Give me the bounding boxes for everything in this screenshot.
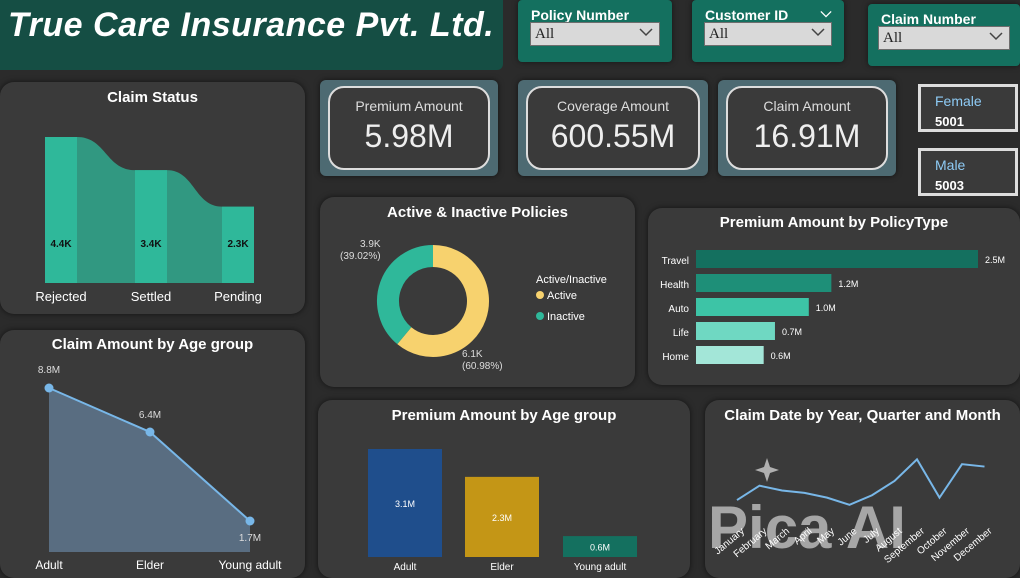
policytype-bar[interactable] <box>696 298 809 316</box>
claim-amount-age-chart: 8.8M Adult 6.4M Elder 1.7M Young adult <box>35 365 283 572</box>
claim-status-bar[interactable] <box>45 137 77 283</box>
slicer-value: All <box>883 30 903 46</box>
policy-number-dropdown[interactable]: All <box>530 22 660 46</box>
y-tick-label: Auto <box>668 304 689 315</box>
kpi-coverage-card: Coverage Amount 600.55M <box>518 80 708 176</box>
y-tick-label: Home <box>662 352 689 363</box>
policytype-bar[interactable] <box>696 322 775 340</box>
x-tick-label: Adult <box>394 562 417 573</box>
chevron-down-icon[interactable] <box>989 29 1003 43</box>
data-label-active-pct: (60.98%) <box>462 361 503 372</box>
data-label: 8.8M <box>38 365 60 376</box>
x-tick-label: Elder <box>136 558 164 572</box>
data-label: 0.6M <box>771 351 791 361</box>
premium-age-chart: 3.1M Adult 2.3M Elder 0.6M Young adult <box>368 449 637 573</box>
slicer-label: Customer ID <box>705 7 789 23</box>
data-label: 2.3K <box>227 239 249 250</box>
kpi-claim-card: Claim Amount 16.91M <box>718 80 896 176</box>
legend-dot-inactive <box>536 312 544 320</box>
data-label: 1.2M <box>838 279 858 289</box>
legend-title: Active/Inactive <box>536 274 607 286</box>
policytype-bar[interactable] <box>696 346 764 364</box>
kpi-value: 600.55M <box>550 118 676 154</box>
data-point[interactable] <box>44 383 54 393</box>
slicer-value: All <box>709 26 729 42</box>
customer-id-slicer[interactable]: Customer ID All <box>692 0 844 62</box>
kpi-premium-card: Premium Amount 5.98M <box>320 80 498 176</box>
gender-label: Female <box>935 93 982 109</box>
claim-date-card: Claim Date by Year, Quarter and Month Ja… <box>705 400 1020 578</box>
legend-item-inactive[interactable]: Inactive <box>547 311 585 323</box>
y-tick-label: Life <box>673 328 690 339</box>
x-tick-label: Pending <box>214 289 262 304</box>
claim-date-chart: JanuaryFebruaryMarch April MayJune JulyAugu… <box>708 457 995 566</box>
claim-status-bar[interactable] <box>135 170 167 283</box>
claim-status-card: Claim Status 4.4K Rejected 3.4K Settled 2.3K… <box>0 82 305 314</box>
gender-label: Male <box>935 157 966 173</box>
kpi-label: Claim Amount <box>763 98 851 114</box>
y-tick-label: Travel <box>662 256 689 267</box>
kpi-inner: Coverage Amount 600.55M <box>526 86 700 170</box>
female-card: Female 5001 <box>918 84 1018 132</box>
x-tick-label: Young adult <box>219 558 283 572</box>
data-point[interactable] <box>145 427 155 437</box>
data-label: 0.6M <box>590 543 610 553</box>
chevron-down-icon[interactable] <box>639 25 653 39</box>
x-tick-label: Young adult <box>574 562 627 573</box>
active-inactive-card: Active & Inactive Policies Active/Inacti… <box>320 197 635 387</box>
gender-value: 5001 <box>935 114 964 129</box>
chevron-down-icon[interactable] <box>820 8 832 20</box>
policytype-bar[interactable] <box>696 250 978 268</box>
data-label: 2.3M <box>492 513 512 523</box>
y-tick-label: Health <box>660 280 689 291</box>
data-label: 4.4K <box>50 239 72 250</box>
watermark-text: Pica AI <box>708 494 906 561</box>
data-label: 3.1M <box>395 499 415 509</box>
slicer-label: Policy Number <box>531 7 630 23</box>
claim-status-chart: 4.4K Rejected 3.4K Settled 2.3K Pending <box>35 137 262 304</box>
data-label-active-value: 6.1K <box>462 349 483 360</box>
slicer-value: All <box>535 26 555 42</box>
data-label-inactive-value: 3.9K <box>360 239 381 250</box>
kpi-label: Coverage Amount <box>556 98 670 114</box>
premium-age-card: Premium Amount by Age group 3.1M Adult 2.3… <box>318 400 690 578</box>
data-label: 1.7M <box>239 533 261 544</box>
active-inactive-chart: Active/Inactive Active Inactive 3.9K (39… <box>340 239 607 372</box>
data-label: 2.5M <box>985 255 1005 265</box>
gender-value: 5003 <box>935 178 964 193</box>
premium-policytype-chart: Travel 2.5M Health 1.2M Auto 1.0M Life 0.7M Home… <box>660 250 1005 364</box>
claim-number-slicer[interactable]: Claim Number All <box>868 4 1020 66</box>
kpi-value: 16.91M <box>753 118 861 154</box>
data-label: 0.7M <box>782 327 802 337</box>
x-tick-label: Adult <box>35 558 63 572</box>
page-title: True Care Insurance Pvt. Ltd. <box>8 6 495 44</box>
premium-policytype-card: Premium Amount by PolicyType Travel 2.5M H… <box>648 208 1020 385</box>
slicer-label: Claim Number <box>881 11 976 27</box>
kpi-inner: Claim Amount 16.91M <box>726 86 888 170</box>
data-label: 3.4K <box>140 239 162 250</box>
kpi-inner: Premium Amount 5.98M <box>328 86 490 170</box>
data-label: 1.0M <box>816 303 836 313</box>
chevron-down-icon[interactable] <box>811 25 825 39</box>
sparkle-icon <box>755 458 779 482</box>
x-tick-label: Settled <box>131 289 171 304</box>
policytype-bar[interactable] <box>696 274 832 292</box>
legend-item-active[interactable]: Active <box>547 290 577 302</box>
x-tick-label: Elder <box>490 562 514 573</box>
legend-dot-active <box>536 291 544 299</box>
policy-number-slicer[interactable]: Policy Number All <box>518 0 672 62</box>
male-card: Male 5003 <box>918 148 1018 196</box>
kpi-value: 5.98M <box>364 118 454 154</box>
customer-id-dropdown[interactable]: All <box>704 22 832 46</box>
claim-number-dropdown[interactable]: All <box>878 26 1010 50</box>
claim-amount-age-card: Claim Amount by Age group 8.8M Adult 6.4M E… <box>0 330 305 578</box>
kpi-label: Premium Amount <box>355 98 463 114</box>
x-tick-label: Rejected <box>35 289 86 304</box>
header-bar: True Care Insurance Pvt. Ltd. <box>0 0 503 70</box>
donut-slice-inactive[interactable] <box>377 245 434 345</box>
data-point[interactable] <box>245 516 255 526</box>
data-label: 6.4M <box>139 410 161 421</box>
data-label-inactive-pct: (39.02%) <box>340 251 381 262</box>
